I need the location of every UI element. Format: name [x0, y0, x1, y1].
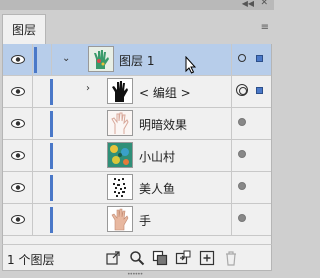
eye-icon — [11, 87, 25, 96]
mouse-cursor-icon — [185, 56, 197, 74]
target-icon[interactable] — [238, 182, 246, 190]
layer-color-bar — [50, 79, 53, 105]
eye-icon — [11, 119, 25, 128]
target-icon[interactable] — [238, 214, 246, 222]
target-column — [231, 76, 271, 107]
layer-name[interactable]: 明暗效果 — [139, 116, 187, 133]
layer-color-bar — [50, 111, 53, 137]
layer-thumbnail — [107, 206, 133, 232]
panel-title-bar: ◀◀ ✕ — [0, 0, 274, 10]
layer-row[interactable]: ⌄ 图层 1 — [3, 44, 271, 76]
layer-thumbnail — [88, 46, 114, 72]
collapse-panel-icon[interactable]: ◀◀ — [242, 0, 254, 8]
layer-name[interactable]: 小山村 — [139, 148, 175, 165]
export-icon[interactable] — [105, 250, 121, 266]
layers-list: ⌄ 图层 1 › < 编组 > 明暗效果 小山村 美人鱼 手 — [2, 44, 272, 244]
target-column — [231, 204, 271, 235]
search-icon[interactable] — [129, 250, 145, 266]
target-icon[interactable] — [238, 150, 246, 158]
panel-menu-icon[interactable]: ≡ — [261, 22, 269, 33]
layer-name[interactable]: < 编组 > — [139, 84, 191, 101]
target-column — [231, 108, 271, 139]
lock-toggle[interactable] — [38, 44, 52, 75]
layer-color-bar — [50, 175, 53, 201]
eye-icon — [11, 183, 25, 192]
eye-icon — [11, 151, 25, 160]
layer-name[interactable]: 图层 1 — [119, 52, 154, 69]
layer-name[interactable]: 手 — [139, 212, 151, 229]
new-sublayer-icon[interactable] — [175, 250, 191, 266]
layer-thumbnail — [107, 174, 133, 200]
tab-bar: 图层 ≡ — [0, 10, 274, 44]
layer-name[interactable]: 美人鱼 — [139, 180, 175, 197]
visibility-toggle[interactable] — [3, 108, 33, 139]
layer-row[interactable]: 手 — [3, 204, 271, 236]
close-icon[interactable]: ✕ — [260, 0, 268, 8]
target-column — [231, 44, 271, 75]
trash-icon[interactable] — [223, 250, 239, 266]
target-column — [231, 172, 271, 203]
layer-row[interactable]: 小山村 — [3, 140, 271, 172]
layer-color-bar — [50, 207, 53, 233]
target-icon[interactable] — [238, 118, 246, 126]
layer-thumbnail — [107, 110, 133, 136]
visibility-toggle[interactable] — [3, 76, 33, 107]
target-column — [231, 140, 271, 171]
layer-row[interactable]: 美人鱼 — [3, 172, 271, 204]
chevron-down-icon[interactable]: ⌄ — [62, 53, 70, 64]
target-icon[interactable] — [238, 54, 246, 62]
selection-indicator[interactable] — [256, 87, 263, 94]
make-clipping-mask-icon[interactable] — [152, 250, 168, 266]
eye-icon — [11, 55, 25, 64]
layer-color-bar — [34, 47, 37, 73]
layer-row[interactable]: › < 编组 > — [3, 76, 271, 108]
layer-count: 1 个图层 — [7, 253, 55, 267]
layer-thumbnail — [107, 142, 133, 168]
visibility-toggle[interactable] — [3, 204, 33, 235]
layer-row[interactable]: 明暗效果 — [3, 108, 271, 140]
panel-footer: 1 个图层 — [2, 244, 272, 271]
new-layer-icon[interactable] — [199, 250, 215, 266]
tab-layers[interactable]: 图层 — [2, 14, 46, 44]
visibility-toggle[interactable] — [3, 44, 33, 75]
chevron-right-icon[interactable]: › — [86, 83, 90, 94]
visibility-toggle[interactable] — [3, 140, 33, 171]
visibility-toggle[interactable] — [3, 172, 33, 203]
selection-indicator[interactable] — [256, 55, 263, 62]
target-icon[interactable] — [236, 84, 248, 96]
layer-color-bar — [50, 143, 53, 169]
layer-thumbnail — [107, 78, 133, 104]
eye-icon — [11, 215, 25, 224]
